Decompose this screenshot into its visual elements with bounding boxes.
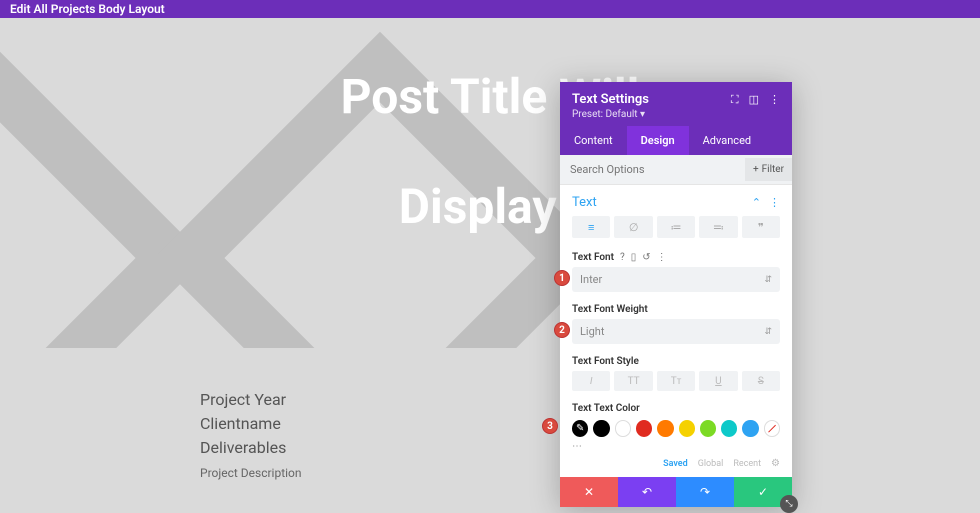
tab-advanced[interactable]: Advanced xyxy=(689,126,765,155)
search-input[interactable] xyxy=(560,155,745,184)
undo-button[interactable]: ↶ xyxy=(618,477,676,507)
font-label: Text Font xyxy=(572,252,614,263)
content-area: Project Year Clientname Deliverables Pro… xyxy=(0,348,980,480)
redo-button[interactable]: ↷ xyxy=(676,477,734,507)
columns-icon[interactable]: ◫ xyxy=(749,93,759,107)
font-label-row: Text Font ? ▯ ↺ ⋮ xyxy=(560,246,792,267)
palette-saved[interactable]: Saved xyxy=(663,459,688,469)
swatch-cyan[interactable] xyxy=(721,420,737,437)
callout-badge-2: 2 xyxy=(554,322,570,338)
callout-badge-1: 1 xyxy=(554,270,570,286)
swatch-red[interactable] xyxy=(636,420,652,437)
expand-icon[interactable]: ⛶ xyxy=(731,93,739,107)
palette-global[interactable]: Global xyxy=(698,459,724,469)
list-ul-icon[interactable]: ≔ xyxy=(657,216,695,238)
post-title-line2: Display l xyxy=(0,178,980,235)
strikethrough-button[interactable]: S xyxy=(742,371,780,391)
post-title-line1: Post Title Will xyxy=(0,68,980,125)
select-caret-icon: ⇵ xyxy=(764,275,772,285)
section-header[interactable]: Text ⌃ ⋮ xyxy=(560,185,792,216)
italic-button[interactable]: I xyxy=(572,371,610,391)
section-more-icon[interactable]: ⋮ xyxy=(769,196,780,209)
palette-tabs: Saved Global Recent ⚙ xyxy=(560,456,792,477)
plus-icon: + xyxy=(753,164,759,175)
link-icon[interactable]: ∅ xyxy=(614,216,652,238)
top-bar: Edit All Projects Body Layout xyxy=(0,0,980,18)
uppercase-button[interactable]: TT xyxy=(614,371,652,391)
panel-title: Text Settings xyxy=(572,92,649,107)
tab-design[interactable]: Design xyxy=(627,126,689,155)
style-label: Text Font Style xyxy=(572,356,639,367)
preset-label[interactable]: Preset: Default xyxy=(572,109,638,120)
tabs: Content Design Advanced xyxy=(560,126,792,155)
weight-value: Light xyxy=(580,325,604,338)
weight-label: Text Font Weight xyxy=(572,304,648,315)
panel-header: Text Settings ⛶ ◫ ⋮ Preset: Default ▾ xyxy=(560,82,792,126)
resize-handle[interactable]: ⤡ xyxy=(780,495,798,513)
swatch-orange[interactable] xyxy=(657,420,673,437)
swatch-yellow[interactable] xyxy=(679,420,695,437)
font-select[interactable]: 1 Inter ⇵ xyxy=(572,267,780,292)
gear-icon[interactable]: ⚙ xyxy=(771,458,780,469)
font-more-icon[interactable]: ⋮ xyxy=(657,252,667,263)
palette-more-icon[interactable]: ⋯ xyxy=(560,441,792,456)
weight-label-row: Text Font Weight xyxy=(560,298,792,319)
reset-icon[interactable]: ↺ xyxy=(642,252,650,263)
palette-recent[interactable]: Recent xyxy=(733,459,761,469)
help-icon[interactable]: ? xyxy=(620,252,625,263)
phone-icon[interactable]: ▯ xyxy=(631,252,637,263)
color-label: Text Text Color xyxy=(572,403,640,414)
style-label-row: Text Font Style xyxy=(560,350,792,371)
section-name: Text xyxy=(572,195,597,210)
underline-button[interactable]: U xyxy=(699,371,737,391)
color-label-row: Text Text Color xyxy=(560,397,792,418)
more-icon[interactable]: ⋮ xyxy=(769,93,780,107)
chevron-down-icon: ▾ xyxy=(640,109,645,120)
filter-button[interactable]: +Filter xyxy=(745,158,792,181)
callout-badge-3: 3 xyxy=(542,418,558,434)
swatch-black[interactable] xyxy=(593,420,609,437)
close-button[interactable]: ✕ xyxy=(560,477,618,507)
font-value: Inter xyxy=(580,273,602,286)
swatch-lime[interactable] xyxy=(700,420,716,437)
list-ol-icon[interactable]: ≕ xyxy=(699,216,737,238)
smallcaps-button[interactable]: Tᴛ xyxy=(657,371,695,391)
swatch-blue[interactable] xyxy=(742,420,758,437)
panel-footer: ✕ ↶ ↷ ✓ xyxy=(560,477,792,507)
weight-select[interactable]: 2 Light ⇵ xyxy=(572,319,780,344)
swatch-white[interactable] xyxy=(615,420,631,437)
color-picker-button[interactable]: ✎ xyxy=(572,420,588,437)
swatch-none[interactable] xyxy=(764,420,780,437)
search-row: +Filter xyxy=(560,155,792,185)
style-row: I TT Tᴛ U S xyxy=(560,371,792,397)
tab-content[interactable]: Content xyxy=(560,126,627,155)
color-row: 3 ✎ xyxy=(560,418,792,441)
settings-panel: Text Settings ⛶ ◫ ⋮ Preset: Default ▾ Co… xyxy=(560,82,792,507)
align-left-icon[interactable]: ≡ xyxy=(572,216,610,238)
hero: Post Title Will Display l xyxy=(0,18,980,348)
top-bar-title: Edit All Projects Body Layout xyxy=(10,2,165,16)
select-caret-icon: ⇵ xyxy=(764,327,772,337)
align-row: ≡ ∅ ≔ ≕ ❞ xyxy=(560,216,792,246)
collapse-icon[interactable]: ⌃ xyxy=(752,196,761,209)
quote-icon[interactable]: ❞ xyxy=(742,216,780,238)
